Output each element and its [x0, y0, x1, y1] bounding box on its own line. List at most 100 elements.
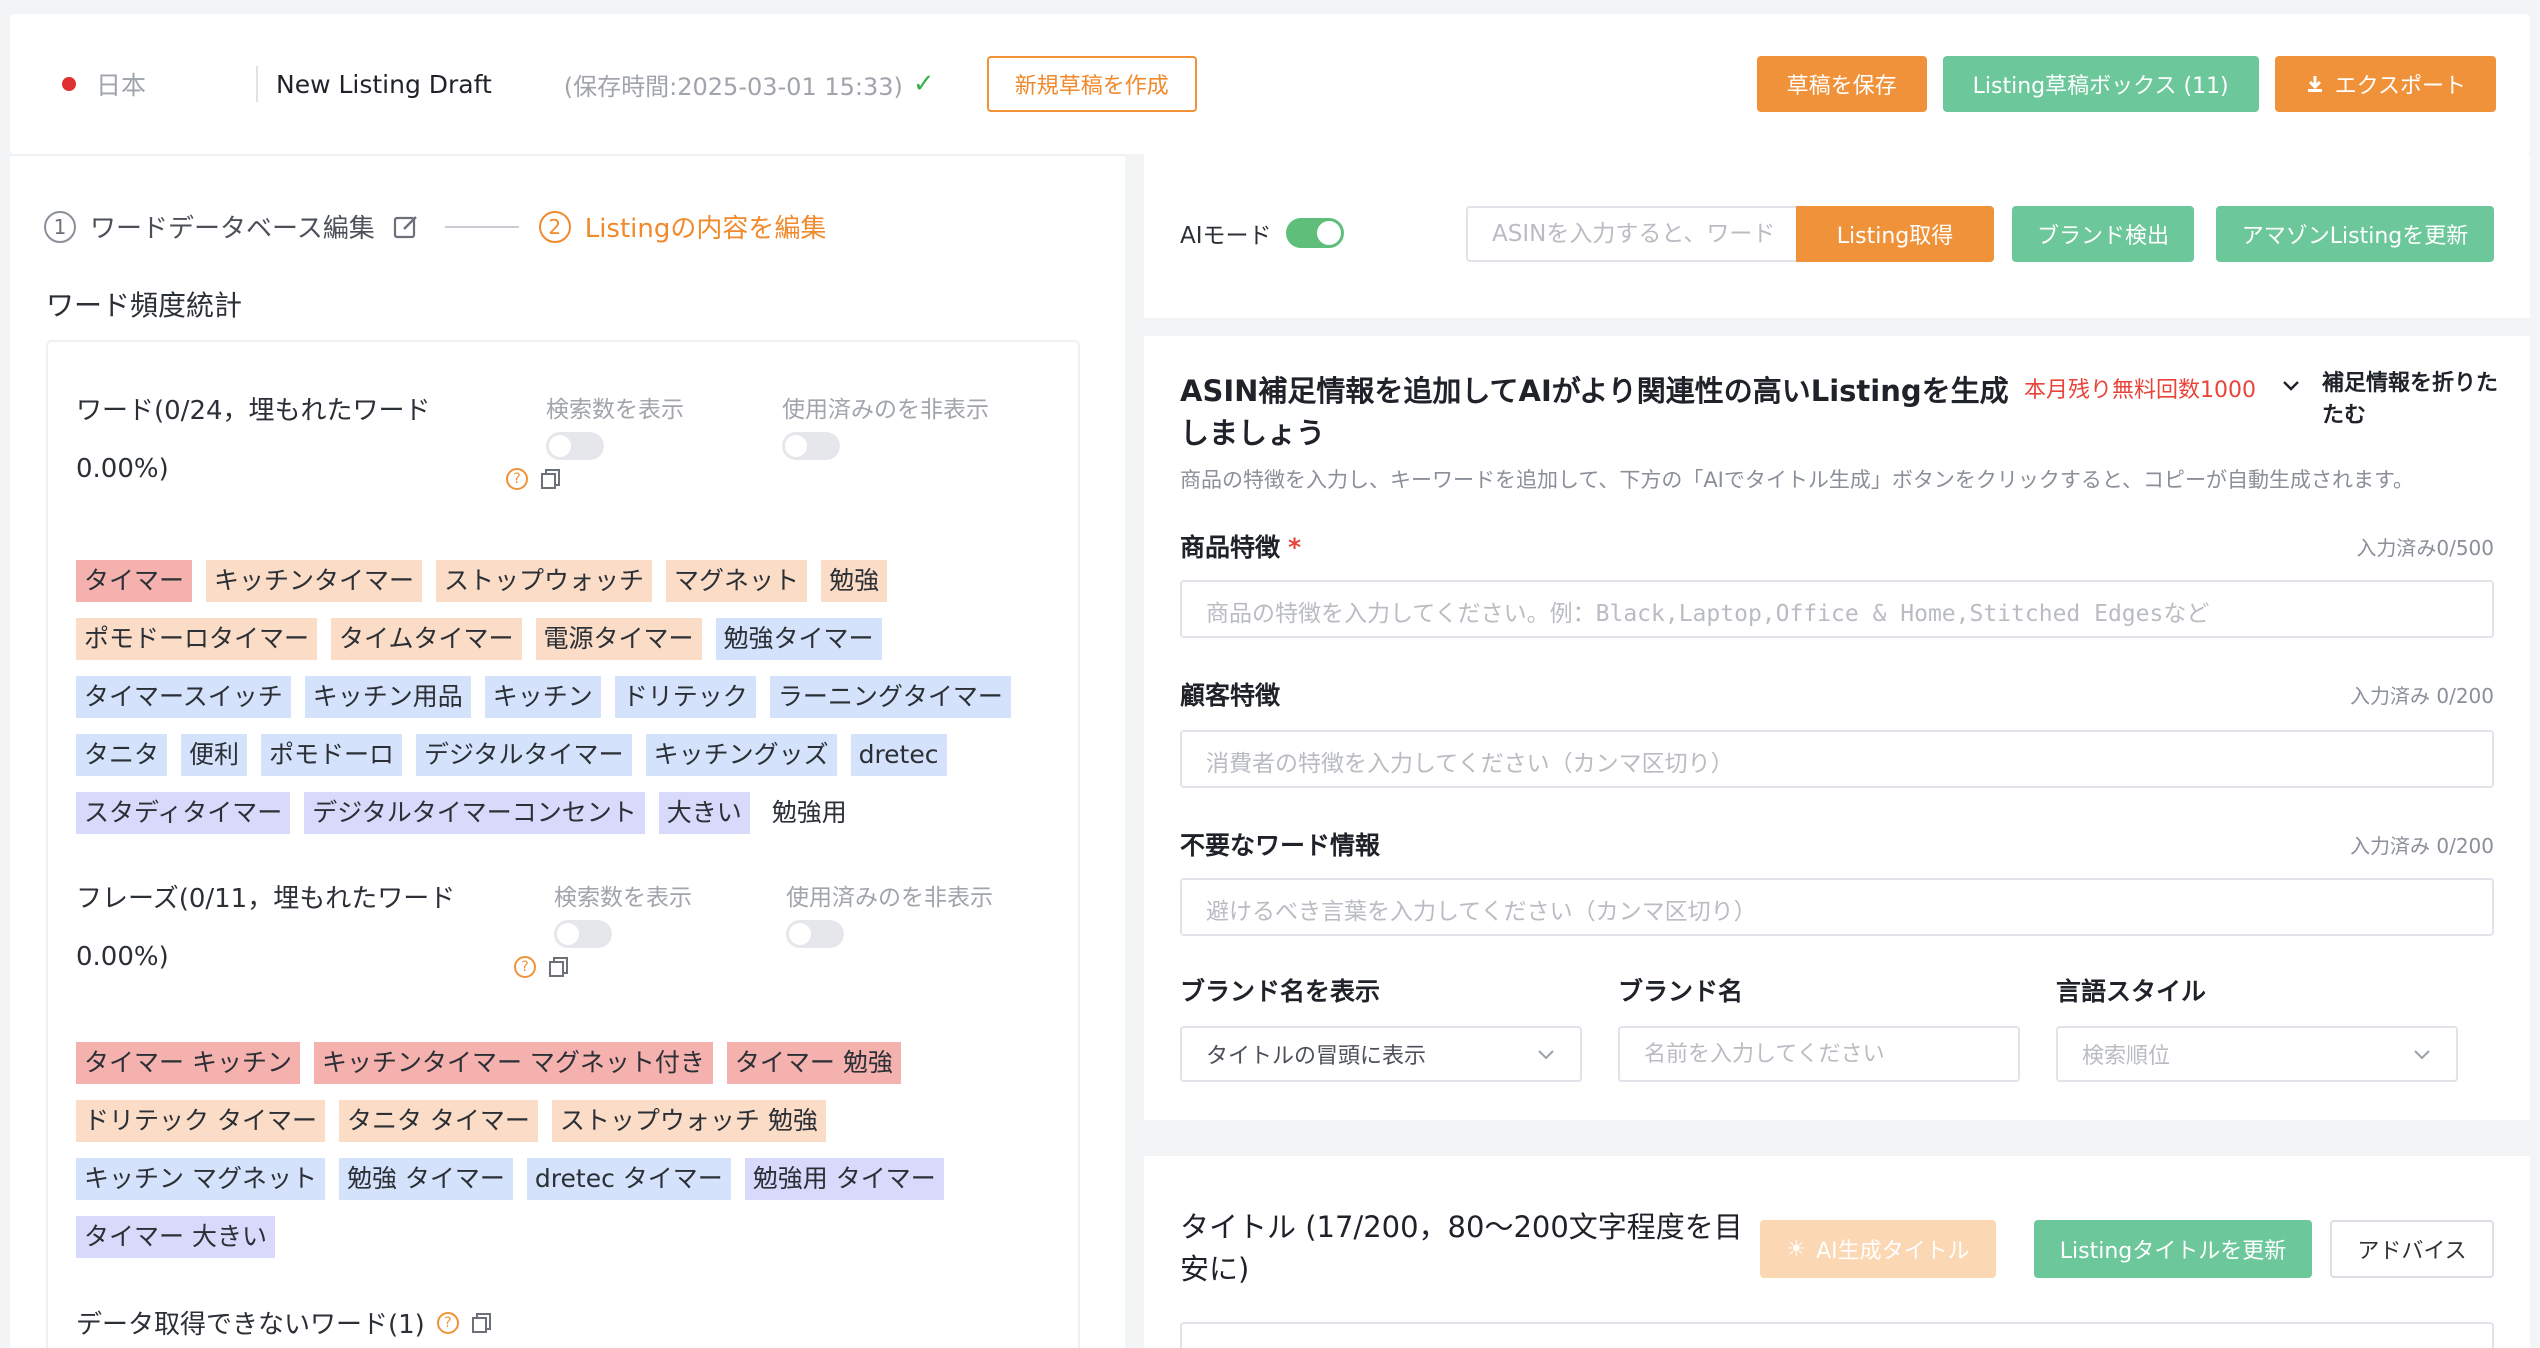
phrases-title: フレーズ(0/11，埋もれたワード 0.00%) — [76, 884, 456, 972]
edit-icon[interactable] — [393, 214, 419, 240]
advice-button[interactable]: アドバイス — [2330, 1220, 2494, 1278]
show-search-count-toggle[interactable] — [554, 920, 612, 948]
keyword-tag[interactable]: タイマー キッチン — [76, 1042, 300, 1084]
country-label[interactable]: 日本 — [96, 66, 256, 102]
show-search-count: 検索数を表示 — [554, 878, 692, 948]
keyword-tag[interactable]: ポモドーロタイマー — [76, 618, 318, 660]
title-heading: タイトル (17/200，80〜200文字程度を目安に) — [1180, 1210, 1743, 1286]
words-help: ? — [506, 468, 562, 490]
copy-icon[interactable] — [471, 1312, 493, 1334]
words-tag-list: タイマー キッチンタイマー ストップウォッチ マグネット 勉強ポモドーロタイマー タイムタ… — [76, 560, 1056, 834]
unwanted-words-count: 入力済み 0/200 — [2350, 834, 2494, 858]
hide-used-label: 使用済みのを非表示 — [782, 397, 989, 423]
keyword-tag[interactable]: タイマー — [76, 560, 193, 602]
keyword-tag[interactable]: タイムタイマー — [331, 618, 522, 660]
ai-title-label: AI生成タイトル — [1816, 1239, 1970, 1264]
keyword-tag[interactable]: dretec — [850, 734, 947, 776]
keyword-tag[interactable]: タイマースイッチ — [76, 676, 291, 718]
copy-icon[interactable] — [540, 468, 562, 490]
product-features-count: 入力済み0/500 — [2356, 536, 2494, 560]
keyword-tag[interactable]: デジタルタイマー — [416, 734, 632, 776]
keyword-tag[interactable]: キッチン用品 — [304, 676, 471, 718]
export-button[interactable]: エクスポート — [2274, 56, 2496, 112]
keyword-tag[interactable]: タイマー 大きい — [76, 1216, 275, 1258]
keyword-tag[interactable]: 勉強 タイマー — [338, 1158, 513, 1200]
keyword-tag[interactable]: 勉強 — [821, 560, 888, 602]
draft-box-button[interactable]: Listing草稿ボックス (11) — [1942, 56, 2259, 112]
brand-name-input[interactable] — [1618, 1026, 2020, 1082]
saved-time: (保存時間:2025-03-01 15:33) — [563, 72, 903, 101]
chevron-down-icon — [1538, 1050, 1554, 1060]
keyword-tag[interactable]: 大きい — [658, 792, 750, 834]
keyword-tag[interactable]: キッチン マグネット — [76, 1158, 325, 1200]
ai-mode-toggle[interactable] — [1285, 218, 1344, 248]
unwanted-words-field[interactable] — [1180, 878, 2494, 936]
keyword-tag[interactable]: 便利 — [181, 734, 248, 776]
new-draft-button[interactable]: 新規草稿を作成 — [986, 56, 1197, 112]
brand-detect-button[interactable]: ブランド検出 — [2012, 206, 2194, 262]
language-style-placeholder: 検索順位 — [2082, 1044, 2171, 1069]
keyword-tag[interactable]: デジタルタイマーコンセント — [304, 792, 645, 834]
step-2-label: Listingの内容を編集 — [584, 214, 827, 244]
step-1-label[interactable]: ワードデータベース編集 — [90, 208, 375, 245]
help-icon[interactable]: ? — [514, 956, 536, 978]
update-title-button[interactable]: Listingタイトルを更新 — [2034, 1220, 2312, 1278]
asin-input[interactable] — [1466, 206, 1796, 262]
remaining-count: 本月残り無料回数1000 — [2024, 378, 2256, 403]
step-2[interactable]: 2 Listingの内容を編集 — [538, 208, 845, 245]
chevron-down-icon — [2414, 1050, 2430, 1060]
keyword-tag[interactable]: 電源タイマー — [535, 618, 702, 660]
chevron-down-icon[interactable] — [2280, 374, 2302, 396]
keyword-tag[interactable]: 勉強用 — [764, 792, 855, 834]
step-1-number[interactable]: 1 — [44, 210, 76, 243]
help-icon[interactable]: ? — [436, 1311, 459, 1334]
keyword-tag[interactable]: スタディタイマー — [76, 792, 291, 834]
ai-title-button[interactable]: ☀ AI生成タイトル — [1760, 1220, 1996, 1278]
update-amazon-listing-button[interactable]: アマゾンListingを更新 — [2216, 206, 2494, 262]
keyword-tag[interactable]: マグネット — [666, 560, 808, 602]
brand-display-select[interactable]: タイトルの冒頭に表示 — [1180, 1026, 1582, 1082]
keyword-tag[interactable]: ストップウォッチ 勉強 — [551, 1100, 826, 1142]
copy-icon[interactable] — [548, 956, 570, 978]
stepper: 1 ワードデータベース編集 2 Listingの内容を編集 — [44, 208, 844, 245]
keyword-tag[interactable]: タニタ — [76, 734, 168, 776]
get-listing-button[interactable]: Listing取得 — [1796, 206, 1994, 262]
hide-used-toggle[interactable] — [786, 920, 844, 948]
keyword-tag[interactable]: 勉強用 タイマー — [744, 1158, 944, 1200]
keyword-tag[interactable]: キッチンタイマー マグネット付き — [313, 1042, 713, 1084]
draft-name[interactable]: New Listing Draft — [276, 70, 492, 99]
keyword-tag[interactable]: ドリテック タイマー — [76, 1100, 325, 1142]
keyword-tag[interactable]: 勉強タイマー — [715, 618, 882, 660]
divider — [256, 66, 258, 102]
product-features-field[interactable] — [1180, 580, 2494, 638]
keyword-tag[interactable]: タイマー 勉強 — [726, 1042, 901, 1084]
help-icon[interactable]: ? — [506, 468, 528, 490]
title-field[interactable] — [1180, 1322, 2494, 1348]
keyword-tag[interactable]: ストップウォッチ — [436, 560, 653, 602]
keyword-tag[interactable]: dretec タイマー — [526, 1158, 731, 1200]
no-data-title: データ取得できないワード(1) — [76, 1310, 425, 1340]
show-search-count: 検索数を表示 — [546, 390, 684, 460]
words-group: ワード(0/24，埋もれたワード 0.00%) ? 検索数を表示 使用済みのを非… — [76, 382, 1056, 834]
hide-used: 使用済みのを非表示 — [782, 390, 989, 460]
keyword-tag[interactable]: キッチン — [484, 676, 601, 718]
keyword-tag[interactable]: ラーニングタイマー — [769, 676, 1011, 718]
customer-features-field[interactable] — [1180, 730, 2494, 788]
phrases-group: フレーズ(0/11，埋もれたワード 0.00%) ? 検索数を表示 使用済みのを… — [76, 870, 1056, 1258]
keyword-tag[interactable]: ドリテック — [614, 676, 756, 718]
show-search-count-toggle[interactable] — [546, 432, 604, 460]
export-label: エクスポート — [2334, 74, 2466, 99]
keyword-tag[interactable]: キッチングッズ — [645, 734, 837, 776]
no-data-group: データ取得できないワード(1) ? — [76, 1304, 1056, 1341]
collapse-link[interactable]: 補足情報を折りたたむ — [2322, 368, 2502, 432]
words-title: ワード(0/24，埋もれたワード 0.00%) — [76, 396, 431, 484]
language-style-select[interactable]: 検索順位 — [2056, 1026, 2458, 1082]
keyword-tag[interactable]: ポモドーロ — [261, 734, 403, 776]
phrases-help: ? — [514, 956, 570, 978]
hide-used-toggle[interactable] — [782, 432, 840, 460]
keyword-tag[interactable]: キッチンタイマー — [206, 560, 423, 602]
ai-mode-label: AIモード — [1180, 223, 1272, 249]
save-draft-button[interactable]: 草稿を保存 — [1756, 56, 1927, 112]
word-stats-panel: 1 ワードデータベース編集 2 Listingの内容を編集 ワード頻度統計 ワー… — [10, 154, 1125, 1348]
keyword-tag[interactable]: タニタ タイマー — [338, 1100, 538, 1142]
